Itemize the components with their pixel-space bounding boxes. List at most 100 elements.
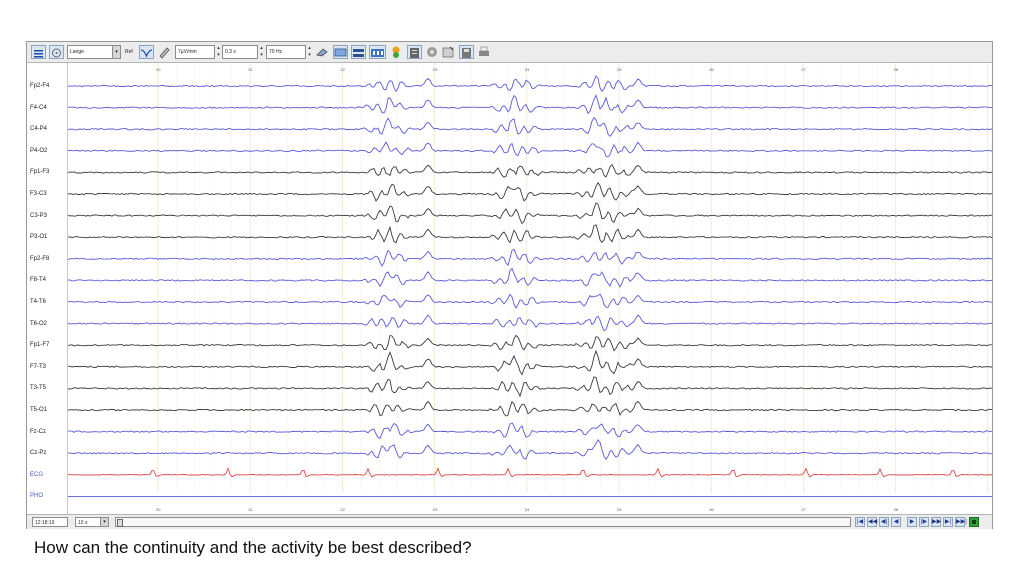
time-tick-label: 28 — [894, 507, 899, 512]
channel-label[interactable]: C3-P3 — [30, 212, 47, 220]
channel-label[interactable]: Fp1-F3 — [30, 168, 49, 176]
time-tick-label: 27 — [801, 67, 806, 72]
status-light-icon[interactable] — [389, 45, 403, 59]
play-icon[interactable]: ▶ — [907, 517, 917, 527]
channel-label[interactable]: T6-O2 — [30, 320, 47, 328]
time-tick-label: 25 — [617, 507, 622, 512]
ref-label[interactable]: Ref — [125, 45, 133, 59]
play-back-icon[interactable]: ◀ — [891, 517, 901, 527]
channel-label[interactable]: Fp1-F7 — [30, 341, 49, 349]
time-tick-label: 25 — [617, 67, 622, 72]
pen-icon[interactable] — [157, 45, 171, 59]
channel-label[interactable]: Cz-Pz — [30, 449, 46, 457]
hf-filter-value: 70 Hz — [269, 49, 283, 55]
epoch-value: 10 s — [78, 520, 88, 526]
channel-label[interactable]: T4-T6 — [30, 298, 46, 306]
record-icon[interactable] — [969, 517, 979, 527]
time-field[interactable]: 12:18:19 — [32, 517, 68, 527]
eeg-trace — [67, 438, 992, 461]
hf-filter-spinner[interactable]: ▴ ▾ — [307, 45, 312, 59]
filter-wave-icon[interactable] — [139, 45, 154, 59]
step-forward-icon[interactable]: |▶ — [919, 517, 929, 527]
channel-label[interactable]: Fp2-F8 — [30, 255, 49, 263]
eeg-trace-area[interactable]: 20 20 21 21 22 22 23 23 24 24 25 25 26 26 27 27 28 28 — [67, 63, 993, 519]
eeg-viewer-window: Lange ▾ Ref 7µV/mm ▴ ▾ 0.3 s ▴ ▾ 70 Hz ▴ ▾ — [26, 41, 993, 529]
layout-icon[interactable] — [351, 45, 366, 59]
scroll-thumb[interactable] — [117, 519, 123, 527]
sensitivity-value: 7µV/mm — [178, 49, 197, 55]
epoch-select[interactable]: 10 s ▾ — [75, 517, 109, 527]
eeg-trace — [67, 334, 992, 352]
channel-label-column: Fp2-F4 F4-C4 C4-P4 P4-O2 Fp1-F3 F3-C3 C3-P3 P3-… — [27, 63, 68, 519]
eeg-traces: 20 20 21 21 22 22 23 23 24 24 25 25 26 26 27 27 28 28 — [67, 63, 993, 512]
fast-forward-icon[interactable]: ▶▶ — [931, 517, 941, 527]
channel-label[interactable]: ECG — [30, 471, 43, 479]
eraser-icon[interactable] — [315, 45, 329, 59]
time-scrollbar[interactable] — [115, 517, 851, 527]
chevron-down-icon[interactable]: ▾ — [112, 46, 120, 58]
menu-icon[interactable] — [31, 45, 46, 59]
time-tick-label: 24 — [525, 67, 530, 72]
eeg-trace — [67, 422, 993, 440]
time-tick-label: 20 — [156, 67, 161, 72]
channel-label[interactable]: T3-T5 — [30, 384, 46, 392]
eeg-trace — [67, 293, 993, 309]
time-tick-label: 27 — [801, 507, 806, 512]
time-tick-label: 22 — [340, 67, 345, 72]
toolbar: Lange ▾ Ref 7µV/mm ▴ ▾ 0.3 s ▴ ▾ 70 Hz ▴ ▾ — [27, 42, 992, 63]
time-tick-label: 20 — [156, 507, 161, 512]
time-tick-label: 23 — [433, 507, 438, 512]
montage-value: Lange — [70, 49, 84, 55]
channel-label[interactable]: T5-O1 — [30, 406, 47, 414]
rewind-icon[interactable]: ◀| — [879, 517, 889, 527]
print-icon[interactable] — [477, 45, 491, 59]
time-tick-label: 23 — [433, 67, 438, 72]
monitor-icon[interactable] — [333, 45, 348, 59]
eeg-trace — [67, 93, 993, 115]
time-tick-label: 28 — [894, 67, 899, 72]
eeg-trace — [67, 314, 993, 332]
eeg-trace — [67, 116, 993, 137]
time-tick-label: 26 — [709, 507, 714, 512]
fast-rewind-icon[interactable]: ◀◀ — [867, 517, 877, 527]
channel-label[interactable]: P4-O2 — [30, 147, 47, 155]
channel-label[interactable]: P3-O1 — [30, 233, 47, 241]
time-constant-spinner[interactable]: ▴ ▾ — [259, 45, 264, 59]
montage-select[interactable]: Lange ▾ — [67, 45, 121, 59]
eeg-trace — [67, 141, 993, 158]
time-constant-field[interactable]: 0.3 s — [222, 45, 258, 59]
sensitivity-spinner[interactable]: ▴ ▾ — [216, 45, 221, 59]
question-text: How can the continuity and the activity … — [34, 538, 472, 557]
skip-end-icon[interactable]: ▶| — [943, 517, 953, 527]
channel-label[interactable]: F3-C3 — [30, 190, 47, 198]
eeg-trace — [67, 248, 993, 267]
channel-label[interactable]: F4-C4 — [30, 104, 47, 112]
hf-filter-field[interactable]: 70 Hz — [266, 45, 306, 59]
skip-start-icon[interactable]: |◀ — [855, 517, 865, 527]
eeg-trace — [67, 181, 993, 202]
save-icon[interactable] — [459, 45, 474, 59]
time-constant-value: 0.3 s — [225, 49, 236, 55]
channel-label[interactable]: PHO — [30, 492, 43, 500]
photo-icon[interactable] — [425, 45, 439, 59]
channel-label[interactable]: Fp2-F4 — [30, 82, 49, 90]
head-map-icon[interactable] — [49, 45, 64, 59]
chevron-down-icon[interactable]: ▾ — [100, 518, 108, 526]
time-tick-label: 21 — [248, 67, 253, 72]
eeg-trace — [67, 202, 993, 225]
report-icon[interactable] — [407, 45, 422, 59]
channel-label[interactable]: F7-T3 — [30, 363, 46, 371]
time-value: 12:18:19 — [35, 520, 55, 526]
channel-label[interactable]: Fz-Cz — [30, 428, 46, 436]
sensitivity-field[interactable]: 7µV/mm — [175, 45, 215, 59]
video-icon[interactable] — [369, 45, 386, 59]
eeg-trace — [67, 75, 993, 93]
settings-icon[interactable] — [441, 45, 455, 59]
end-icon[interactable]: ▶▶| — [955, 517, 967, 527]
eeg-trace — [67, 400, 993, 417]
eeg-trace — [67, 349, 992, 376]
time-tick-label: 24 — [525, 507, 530, 512]
channel-label[interactable]: C4-P4 — [30, 125, 47, 133]
eeg-trace — [68, 376, 993, 398]
channel-label[interactable]: F8-T4 — [30, 276, 46, 284]
